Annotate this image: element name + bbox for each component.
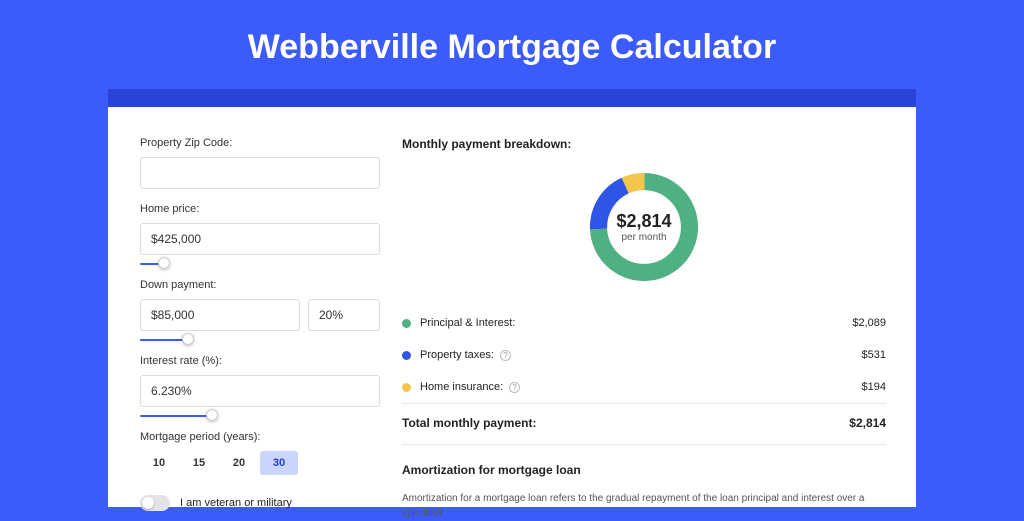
info-icon[interactable]: ? xyxy=(509,382,520,393)
down-payment-label: Down payment: xyxy=(140,279,380,291)
zip-label: Property Zip Code: xyxy=(140,137,380,149)
legend-value: $531 xyxy=(862,349,886,361)
amortization-section: Amortization for mortgage loan Amortizat… xyxy=(402,444,886,521)
form-column: Property Zip Code: Home price: Down paym… xyxy=(140,137,380,507)
down-payment-slider[interactable] xyxy=(140,335,380,345)
period-10[interactable]: 10 xyxy=(140,451,178,475)
interest-field: Interest rate (%): xyxy=(140,355,380,407)
slider-thumb[interactable] xyxy=(182,333,194,345)
veteran-toggle[interactable] xyxy=(140,495,170,511)
legend-label: Principal & Interest: xyxy=(420,317,852,329)
period-15[interactable]: 15 xyxy=(180,451,218,475)
donut-chart: $2,814 per month xyxy=(402,167,886,287)
legend-taxes: Property taxes: ? $531 xyxy=(402,339,886,371)
slider-thumb[interactable] xyxy=(158,257,170,269)
legend-value: $194 xyxy=(862,381,886,393)
donut-sub: per month xyxy=(621,232,666,243)
dot-icon xyxy=(402,351,411,360)
period-label: Mortgage period (years): xyxy=(140,431,380,443)
zip-field: Property Zip Code: xyxy=(140,137,380,189)
period-buttons: 10 15 20 30 xyxy=(140,451,380,475)
total-value: $2,814 xyxy=(849,416,886,430)
down-payment-field: Down payment: xyxy=(140,279,380,331)
slider-thumb[interactable] xyxy=(206,409,218,421)
veteran-label: I am veteran or military xyxy=(180,497,292,509)
legend-principal: Principal & Interest: $2,089 xyxy=(402,307,886,339)
donut-center: $2,814 per month xyxy=(584,167,704,287)
dot-icon xyxy=(402,383,411,392)
home-price-slider[interactable] xyxy=(140,259,380,269)
home-price-label: Home price: xyxy=(140,203,380,215)
breakdown-header: Monthly payment breakdown: xyxy=(402,137,886,151)
down-payment-pct-input[interactable] xyxy=(308,299,380,331)
breakdown-column: Monthly payment breakdown: $2,814 per mo… xyxy=(402,137,916,507)
period-20[interactable]: 20 xyxy=(220,451,258,475)
calculator-card: Property Zip Code: Home price: Down paym… xyxy=(108,107,916,507)
period-30[interactable]: 30 xyxy=(260,451,298,475)
legend-label: Home insurance: ? xyxy=(420,381,862,393)
donut-amount: $2,814 xyxy=(616,211,671,232)
legend-label: Property taxes: ? xyxy=(420,349,862,361)
accent-band xyxy=(108,89,916,107)
dot-icon xyxy=(402,319,411,328)
veteran-row: I am veteran or military xyxy=(140,495,380,511)
home-price-field: Home price: xyxy=(140,203,380,255)
legend-total: Total monthly payment: $2,814 xyxy=(402,403,886,440)
interest-input[interactable] xyxy=(140,375,380,407)
period-field: Mortgage period (years): 10 15 20 30 xyxy=(140,431,380,475)
zip-input[interactable] xyxy=(140,157,380,189)
legend-insurance: Home insurance: ? $194 xyxy=(402,371,886,403)
down-payment-input[interactable] xyxy=(140,299,300,331)
info-icon[interactable]: ? xyxy=(500,350,511,361)
interest-slider[interactable] xyxy=(140,411,380,421)
page-title: Webberville Mortgage Calculator xyxy=(0,0,1024,89)
amortization-header: Amortization for mortgage loan xyxy=(402,463,886,477)
home-price-input[interactable] xyxy=(140,223,380,255)
toggle-knob xyxy=(142,497,154,509)
amortization-text: Amortization for a mortgage loan refers … xyxy=(402,491,886,521)
legend-value: $2,089 xyxy=(852,317,886,329)
legend: Principal & Interest: $2,089 Property ta… xyxy=(402,307,886,440)
total-label: Total monthly payment: xyxy=(402,416,849,430)
interest-label: Interest rate (%): xyxy=(140,355,380,367)
